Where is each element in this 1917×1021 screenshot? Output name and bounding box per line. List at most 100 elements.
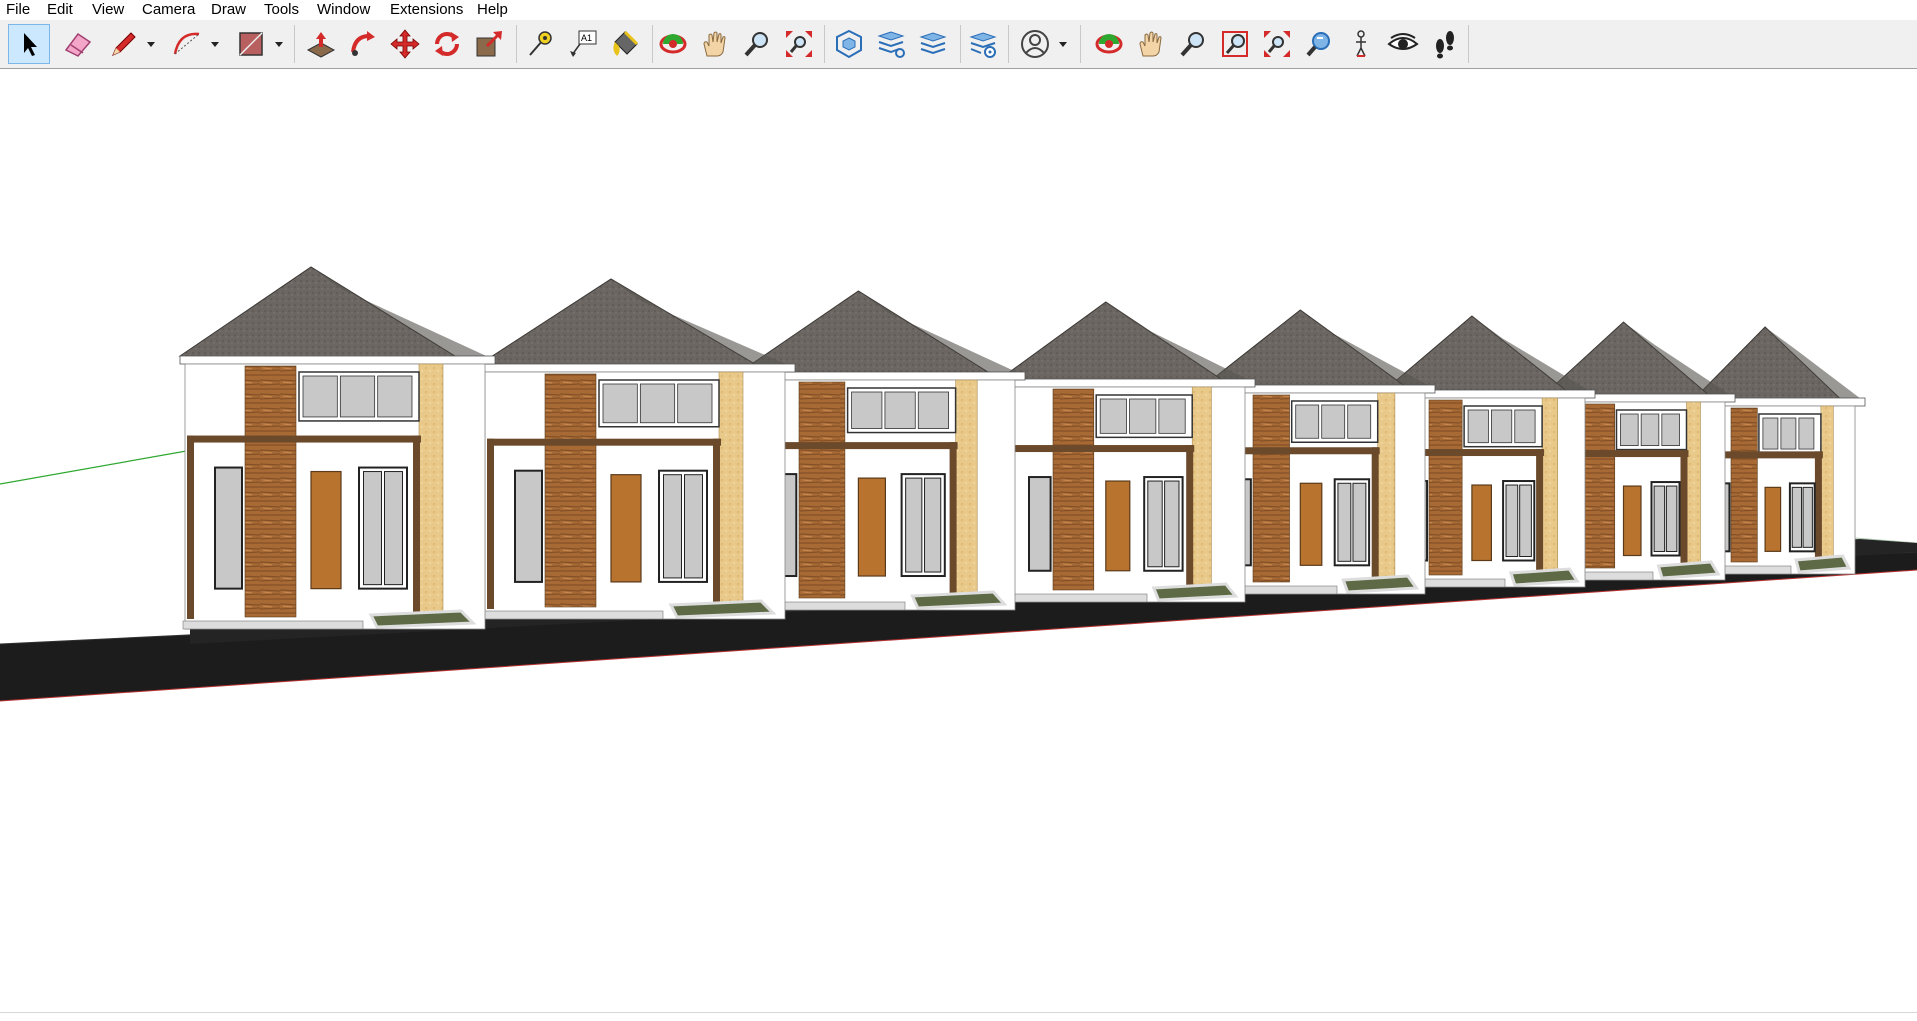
toolbar-separator (652, 25, 653, 63)
upper-window-pane (602, 383, 638, 424)
arc-tool-button[interactable] (168, 24, 206, 64)
garden-planter (668, 599, 777, 619)
garden-planter (1656, 560, 1721, 580)
upper-window-pane (1798, 417, 1815, 450)
upper-window-pane (1491, 409, 1513, 444)
zoom-tool-button[interactable] (738, 24, 776, 64)
glass-door-pane (1802, 486, 1813, 548)
upper-window-pane (884, 391, 916, 429)
previous-view-icon (1306, 32, 1330, 57)
rectangle-icon (239, 32, 263, 56)
rotate-tool-button[interactable] (428, 24, 466, 64)
zoom-window-button[interactable] (1216, 24, 1254, 64)
porch-post (413, 435, 420, 619)
move-tool-button[interactable] (386, 24, 424, 64)
paint-bucket-icon (613, 30, 639, 56)
menu-edit[interactable]: Edit (47, 1, 73, 18)
glass-door-pane (924, 477, 942, 573)
follow-me-tool-button[interactable] (344, 24, 382, 64)
porch-beam (1007, 445, 1195, 453)
upper-window-pane (1640, 413, 1660, 447)
look-around-button[interactable] (1384, 24, 1422, 64)
menu-camera[interactable]: Camera (142, 1, 195, 18)
glass-door-pane (384, 471, 403, 586)
upper-window-pane (1129, 398, 1157, 434)
pan-tool-button[interactable] (696, 24, 734, 64)
account-button[interactable] (1016, 24, 1054, 64)
glass-door-pane (1337, 482, 1352, 562)
hand-icon (1139, 31, 1162, 57)
text-tool-button[interactable]: A1 (564, 24, 602, 64)
eye-icon (1387, 33, 1419, 50)
porch-post (1536, 449, 1544, 577)
previous-view-button[interactable] (1300, 24, 1338, 64)
menu-help[interactable]: Help (477, 1, 508, 18)
stack-icon (919, 32, 947, 55)
push-pull-tool-button[interactable] (302, 24, 340, 64)
menu-file[interactable]: File (6, 1, 30, 18)
pencil-icon (112, 32, 136, 56)
line-tool-button[interactable] (104, 24, 142, 64)
line-tool-dropdown[interactable] (144, 24, 158, 64)
follow-me-icon (351, 31, 375, 56)
eave-fascia (179, 355, 496, 365)
menu-window[interactable]: Window (317, 1, 370, 18)
walk-button[interactable] (1426, 24, 1464, 64)
zoom-extents-icon (1264, 31, 1290, 57)
styles-tool-button[interactable] (914, 24, 952, 64)
shape-tool-dropdown[interactable] (272, 24, 286, 64)
stone-accent-wall (1377, 392, 1396, 585)
menu-view[interactable]: View (92, 1, 124, 18)
tape-measure-tool-button[interactable] (522, 24, 560, 64)
scale-tool-button[interactable] (470, 24, 508, 64)
camera-zoom-button[interactable] (1174, 24, 1212, 64)
toolbar-separator (1080, 25, 1081, 63)
orbit-tool-button[interactable] (654, 24, 692, 64)
house-plinth (482, 610, 664, 620)
zoom-extents-tool-button[interactable] (780, 24, 818, 64)
arc-tool-dropdown[interactable] (208, 24, 222, 64)
glass-door-pane (663, 474, 682, 579)
wood-cladding (1584, 403, 1616, 569)
camera-pan-button[interactable] (1132, 24, 1170, 64)
porch-post (487, 438, 494, 609)
front-door (1471, 484, 1493, 562)
shape-tool-button[interactable] (232, 24, 270, 64)
wood-cladding (1730, 407, 1758, 563)
porch-post (1814, 451, 1822, 564)
magnifier-icon (1180, 32, 1204, 57)
status-bar-edge (0, 1012, 1917, 1013)
upper-window-pane (639, 383, 676, 424)
glass-door-pane (1665, 485, 1678, 553)
text-tool-glyph: A1 (581, 33, 592, 43)
eraser-icon (64, 32, 92, 57)
wood-cladding (1052, 388, 1095, 591)
front-door (1622, 485, 1642, 557)
materials-tool-button[interactable] (872, 24, 910, 64)
extension-manager-button[interactable] (964, 24, 1002, 64)
house-plinth (182, 620, 364, 630)
menu-tools[interactable]: Tools (264, 1, 299, 18)
components-tool-button[interactable] (830, 24, 868, 64)
menu-extensions[interactable]: Extensions (390, 1, 463, 18)
eraser-tool-button[interactable] (58, 24, 98, 64)
upper-window-pane (1620, 413, 1639, 447)
toolbar-separator (1008, 25, 1009, 63)
select-tool-button[interactable] (8, 24, 50, 64)
camera-zoom-extents-button[interactable] (1258, 24, 1296, 64)
magnifier-icon (744, 32, 768, 57)
front-door (1764, 486, 1782, 552)
position-camera-button[interactable] (1342, 24, 1380, 64)
menu-draw[interactable]: Draw (211, 1, 246, 18)
upper-window-pane (1321, 404, 1346, 439)
house (478, 278, 796, 620)
camera-orbit-button[interactable] (1090, 24, 1128, 64)
upper-window-pane (1158, 398, 1186, 434)
menu-bar: File Edit View Camera Draw Tools Window … (0, 0, 1917, 20)
orbit-icon (1095, 34, 1123, 54)
upper-window-pane (677, 383, 713, 424)
paint-bucket-tool-button[interactable] (606, 24, 644, 64)
stone-accent-wall (718, 371, 744, 610)
account-dropdown[interactable] (1056, 24, 1070, 64)
modeling-viewport[interactable] (0, 69, 1917, 1016)
